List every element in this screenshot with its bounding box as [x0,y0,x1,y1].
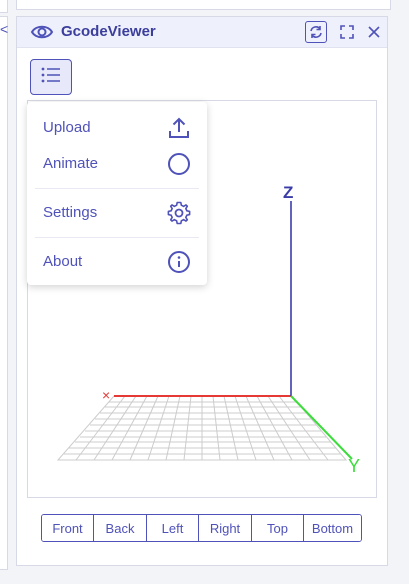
menu-divider [35,188,199,189]
view-back-button[interactable]: Back [94,515,147,541]
axis-label-x: × [102,387,110,403]
view-left-button[interactable]: Left [147,515,199,541]
build-plate-grid [56,395,348,461]
gcode-viewer-panel: GcodeViewer × Z Y Upload Animate Setting… [16,16,388,566]
view-right-button[interactable]: Right [199,515,252,541]
menu-item-settings[interactable]: Settings [27,195,207,231]
menu-item-label: Settings [43,204,98,221]
neighbor-panel-left [0,16,8,570]
menu-item-label: Upload [43,119,91,136]
fullscreen-icon[interactable] [336,21,358,43]
view-front-button[interactable]: Front [42,515,94,541]
neighbor-panel-top [16,0,391,10]
info-icon [167,250,191,274]
panel-title: GcodeViewer [61,23,156,40]
eye-icon [30,22,54,42]
main-menu-dropdown: Upload Animate Settings About [27,102,207,285]
view-buttons-group: Front Back Left Right Top Bottom [41,514,362,542]
list-icon [40,66,62,89]
menu-divider [35,237,199,238]
view-bottom-button[interactable]: Bottom [304,515,361,541]
left-panel-glyph: < [0,21,9,37]
menu-item-animate[interactable]: Animate [27,146,207,182]
y-axis-line [290,395,353,460]
menu-item-about[interactable]: About [27,244,207,280]
menu-toggle-button[interactable] [30,59,72,95]
axis-label-y: Y [348,456,360,476]
panel-titlebar: GcodeViewer [17,17,387,48]
view-top-button[interactable]: Top [252,515,304,541]
neighbor-panel-corner [0,0,8,13]
axis-label-z: Z [283,183,293,202]
menu-item-label: About [43,253,83,270]
menu-item-label: Animate [43,155,99,172]
circle-icon [167,152,191,176]
menu-item-upload[interactable]: Upload [27,110,207,146]
upload-icon [167,116,191,140]
refresh-icon[interactable] [305,21,327,43]
close-icon[interactable] [363,21,385,43]
gear-icon [167,201,191,225]
